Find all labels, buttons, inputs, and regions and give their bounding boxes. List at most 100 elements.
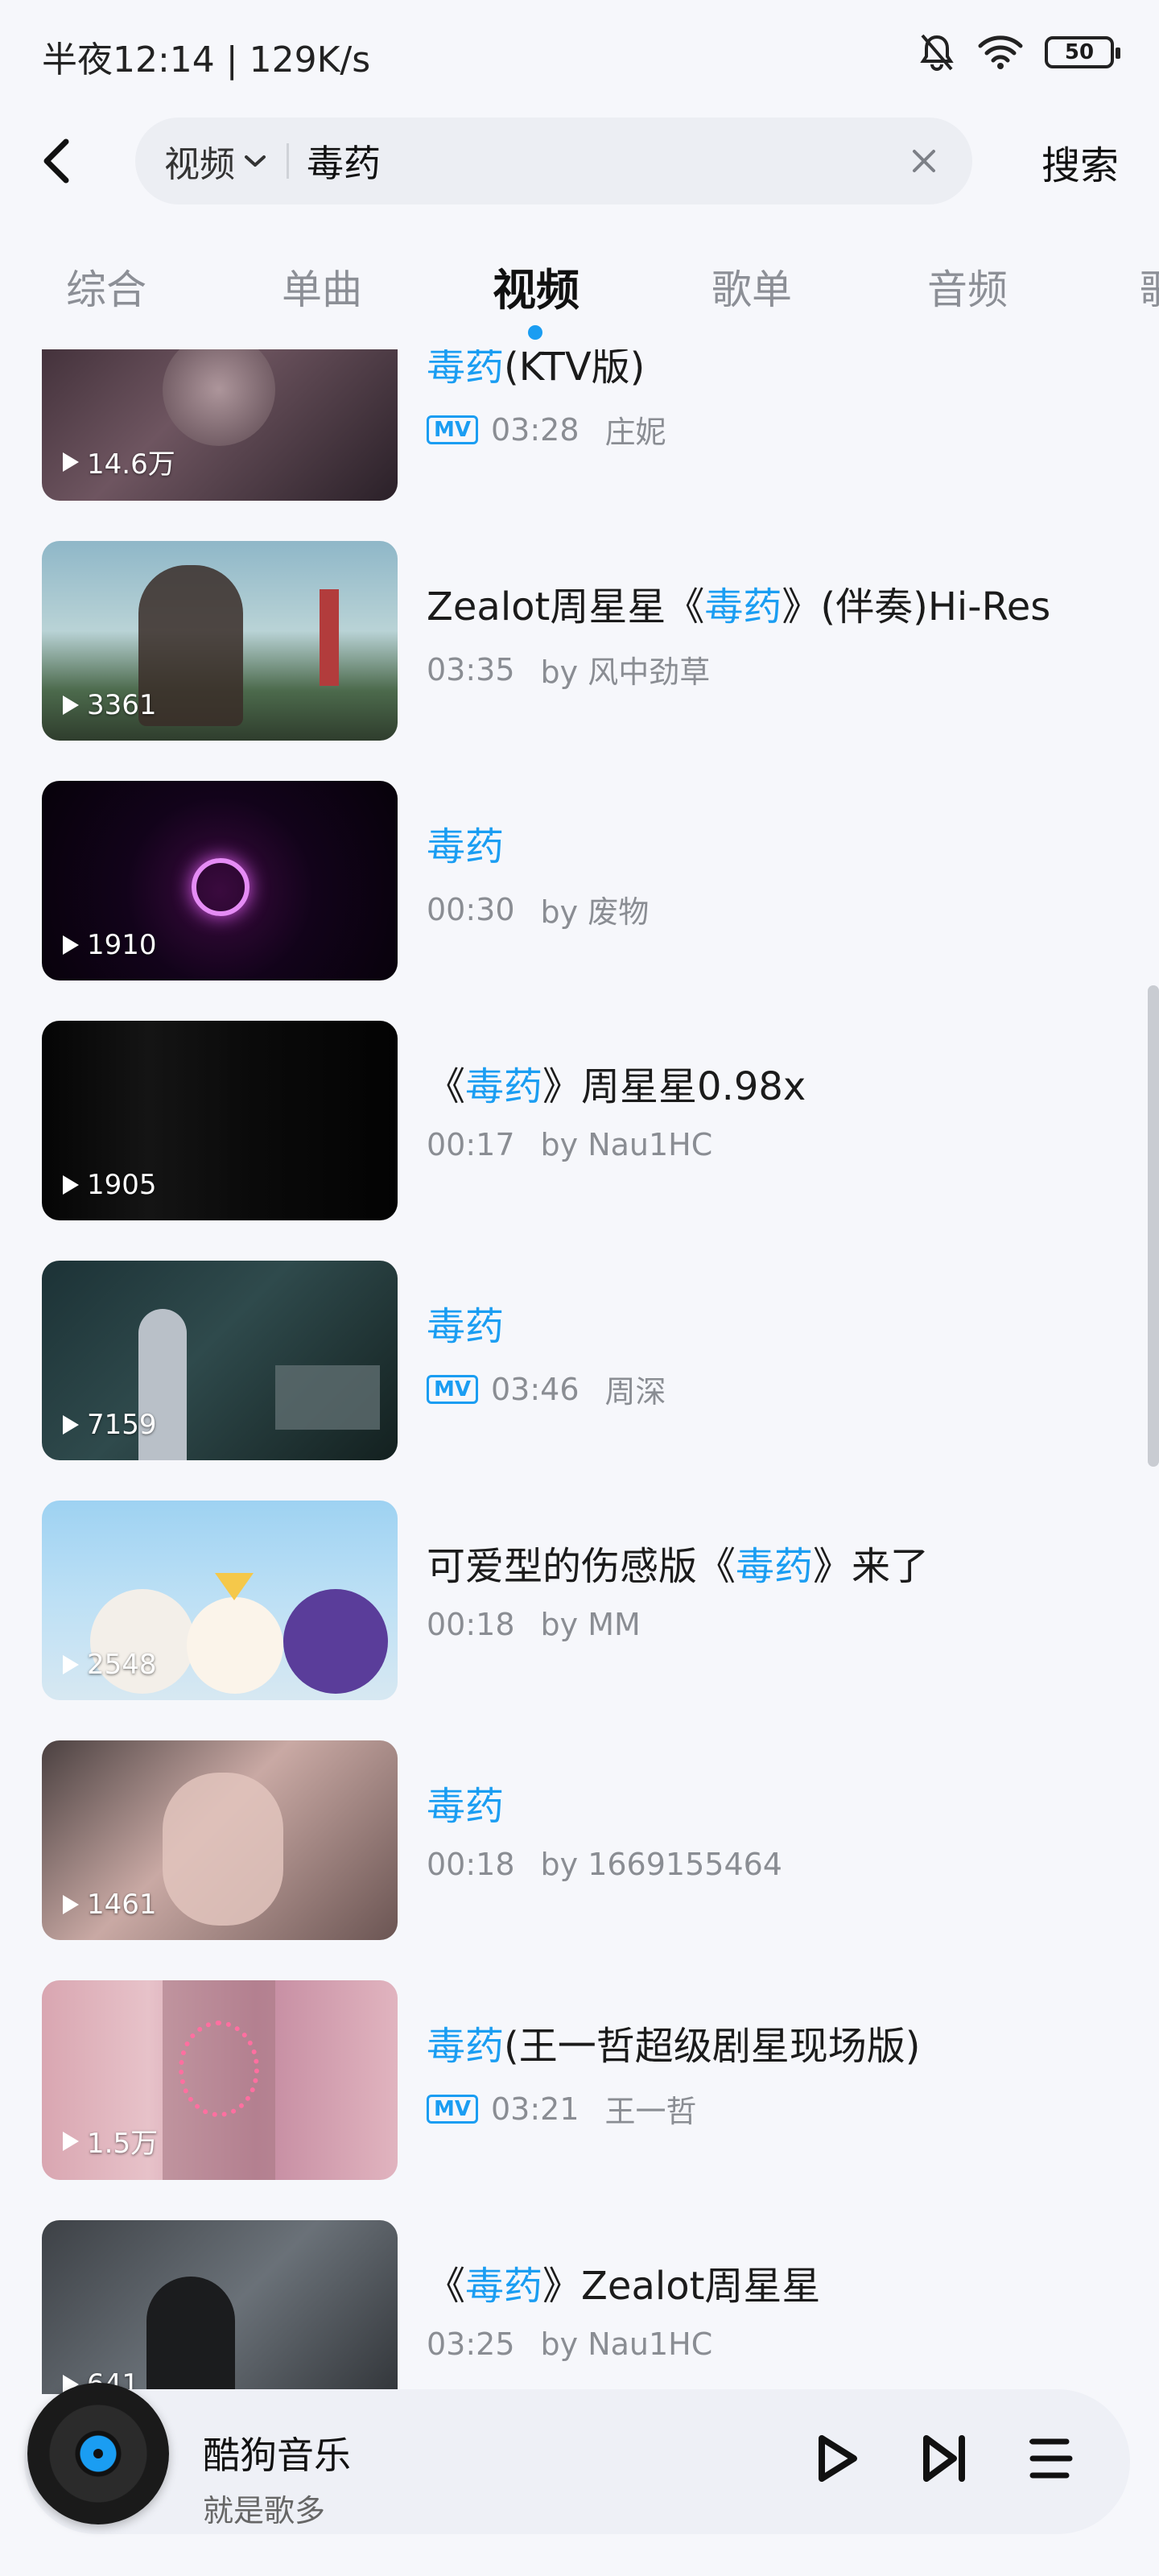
video-author: by MM (540, 1607, 641, 1642)
video-title[interactable]: 毒药 (427, 1294, 504, 1351)
title-prefix: 《 (427, 1064, 466, 1109)
list-item[interactable]: 641 《毒药》Zealot周星星 03:25 by Nau1HC (0, 2220, 1159, 2394)
list-item[interactable]: 1461 毒药 00:18 by 1669155464 (0, 1740, 1159, 1940)
video-title[interactable]: 毒药 (427, 1774, 504, 1831)
title-prefix: Zealot周星星《 (427, 584, 705, 630)
play-count: 1905 (63, 1169, 157, 1201)
play-button[interactable] (803, 2425, 871, 2492)
list-item[interactable]: 1905 《毒药》周星星0.98x 00:17 by Nau1HC (0, 1021, 1159, 1220)
play-count-icon (63, 1415, 79, 1435)
search-type-dropdown[interactable]: 视频 (164, 135, 267, 187)
search-box: 视频 毒药 (135, 118, 972, 204)
list-item[interactable]: 3361 Zealot周星星《毒药》(伴奏)Hi-Res 03:35 by 风中劲… (0, 541, 1159, 741)
video-thumbnail[interactable]: 1905 (42, 1021, 398, 1220)
video-thumbnail[interactable]: 7159 (42, 1261, 398, 1460)
play-icon (819, 2435, 857, 2482)
video-title[interactable]: 《毒药》Zealot周星星 (427, 2254, 820, 2310)
title-suffix: (王一哲超级剧星现场版) (504, 2024, 921, 2069)
search-button[interactable]: 搜索 (1041, 134, 1119, 190)
title-suffix: 》Zealot周星星 (542, 2264, 821, 2309)
play-count-value: 1905 (87, 1169, 157, 1201)
video-thumbnail[interactable]: 641 (42, 2220, 398, 2394)
title-highlight: 毒药 (736, 1544, 814, 1589)
status-bar: 半夜12:14 | 129K/s 50 (0, 0, 1159, 105)
list-item[interactable]: 2548 可爱型的伤感版《毒药》来了 00:18 by MM (0, 1501, 1159, 1700)
play-count-icon (63, 935, 79, 955)
list-item[interactable]: 1910 毒药 00:30 by 废物 (0, 781, 1159, 980)
list-item[interactable]: 14.6万 毒药(KTV版) MV 03:28 庄妮 (0, 349, 1159, 501)
title-highlight: 毒药 (427, 349, 505, 390)
video-duration: 03:35 (427, 651, 515, 687)
play-count-value: 3361 (87, 689, 157, 721)
play-count: 7159 (63, 1409, 157, 1441)
tab-more[interactable]: 歌 (1140, 258, 1159, 316)
player-subtitle: 就是歌多 (203, 2493, 326, 2529)
video-meta: 00:17 by Nau1HC (427, 1127, 712, 1162)
category-tabs: 综合 单曲 视频 歌单 音频 歌 (0, 242, 1159, 354)
video-thumbnail[interactable]: 2548 (42, 1501, 398, 1700)
video-meta: MV 03:28 庄妮 (427, 407, 666, 452)
video-author: by Nau1HC (540, 2326, 713, 2362)
title-suffix: 》周星星0.98x (542, 1064, 806, 1109)
scrollbar[interactable] (1148, 985, 1159, 1467)
video-author: by 风中劲草 (540, 654, 711, 690)
play-count: 14.6万 (63, 442, 175, 481)
video-meta: 00:30 by 废物 (427, 887, 649, 931)
title-highlight: 毒药 (427, 824, 505, 869)
title-prefix: 可爱型的伤感版《 (427, 1544, 736, 1589)
tab-songs[interactable]: 单曲 (282, 258, 362, 316)
search-input[interactable]: 毒药 (307, 134, 892, 188)
mv-badge: MV (427, 415, 478, 444)
video-thumbnail[interactable]: 1461 (42, 1740, 398, 1940)
play-count-icon (63, 1175, 79, 1195)
video-title[interactable]: 毒药(KTV版) (427, 349, 645, 391)
disc-hole (93, 2449, 103, 2458)
battery-icon: 50 (1045, 36, 1120, 68)
list-item[interactable]: 7159 毒药 MV 03:46 周深 (0, 1261, 1159, 1460)
album-disc[interactable] (27, 2383, 169, 2524)
title-suffix: 》来了 (813, 1544, 930, 1589)
video-thumbnail[interactable]: 3361 (42, 541, 398, 741)
video-list[interactable]: 14.6万 毒药(KTV版) MV 03:28 庄妮 3361 Zealot周星星《… (0, 349, 1159, 2394)
back-button[interactable] (32, 129, 80, 193)
video-thumbnail[interactable]: 1.5万 (42, 1980, 398, 2180)
video-thumbnail[interactable]: 14.6万 (42, 349, 398, 501)
tab-all[interactable]: 综合 (66, 258, 146, 316)
tab-playlists[interactable]: 歌单 (711, 258, 792, 316)
play-count-icon (63, 2131, 79, 2151)
mv-badge: MV (427, 2094, 478, 2124)
video-title[interactable]: 毒药(王一哲超级剧星现场版) (427, 2014, 920, 2070)
skip-next-icon (923, 2435, 965, 2482)
title-suffix: 》(伴奏)Hi-Res (782, 584, 1051, 630)
next-button[interactable] (911, 2425, 979, 2492)
video-title[interactable]: Zealot周星星《毒药》(伴奏)Hi-Res (427, 575, 1050, 631)
video-title[interactable]: 可爱型的伤感版《毒药》来了 (427, 1534, 929, 1591)
video-thumbnail[interactable]: 1910 (42, 781, 398, 980)
video-duration: 00:30 (427, 891, 515, 927)
title-suffix: (KTV版) (504, 349, 645, 390)
bell-muted-icon (918, 32, 956, 72)
play-count: 1.5万 (63, 2121, 158, 2161)
video-meta: 03:35 by 风中劲草 (427, 647, 710, 691)
list-item[interactable]: 1.5万 毒药(王一哲超级剧星现场版) MV 03:21 王一哲 (0, 1980, 1159, 2180)
tab-videos[interactable]: 视频 (493, 254, 580, 318)
play-count-value: 2548 (87, 1649, 157, 1681)
play-count-value: 1.5万 (87, 2128, 159, 2160)
title-highlight: 毒药 (427, 1784, 505, 1829)
video-title[interactable]: 《毒药》周星星0.98x (427, 1055, 806, 1111)
chevron-down-icon (245, 155, 266, 167)
play-count-value: 7159 (87, 1409, 157, 1441)
title-highlight: 毒药 (427, 2024, 505, 2069)
player-title: 酷狗音乐 (203, 2434, 351, 2477)
mini-player[interactable]: 酷狗音乐 就是歌多 (24, 2383, 1130, 2534)
video-duration: 00:17 (427, 1127, 515, 1162)
search-divider (287, 143, 289, 179)
play-count-icon (63, 1655, 79, 1674)
tab-audio[interactable]: 音频 (927, 258, 1008, 316)
playlist-button[interactable] (1017, 2425, 1085, 2492)
clear-button[interactable] (892, 129, 956, 193)
video-author: by 1669155464 (540, 1847, 782, 1882)
video-title[interactable]: 毒药 (427, 815, 504, 871)
wifi-icon (977, 35, 1024, 70)
play-count: 3361 (63, 689, 157, 721)
